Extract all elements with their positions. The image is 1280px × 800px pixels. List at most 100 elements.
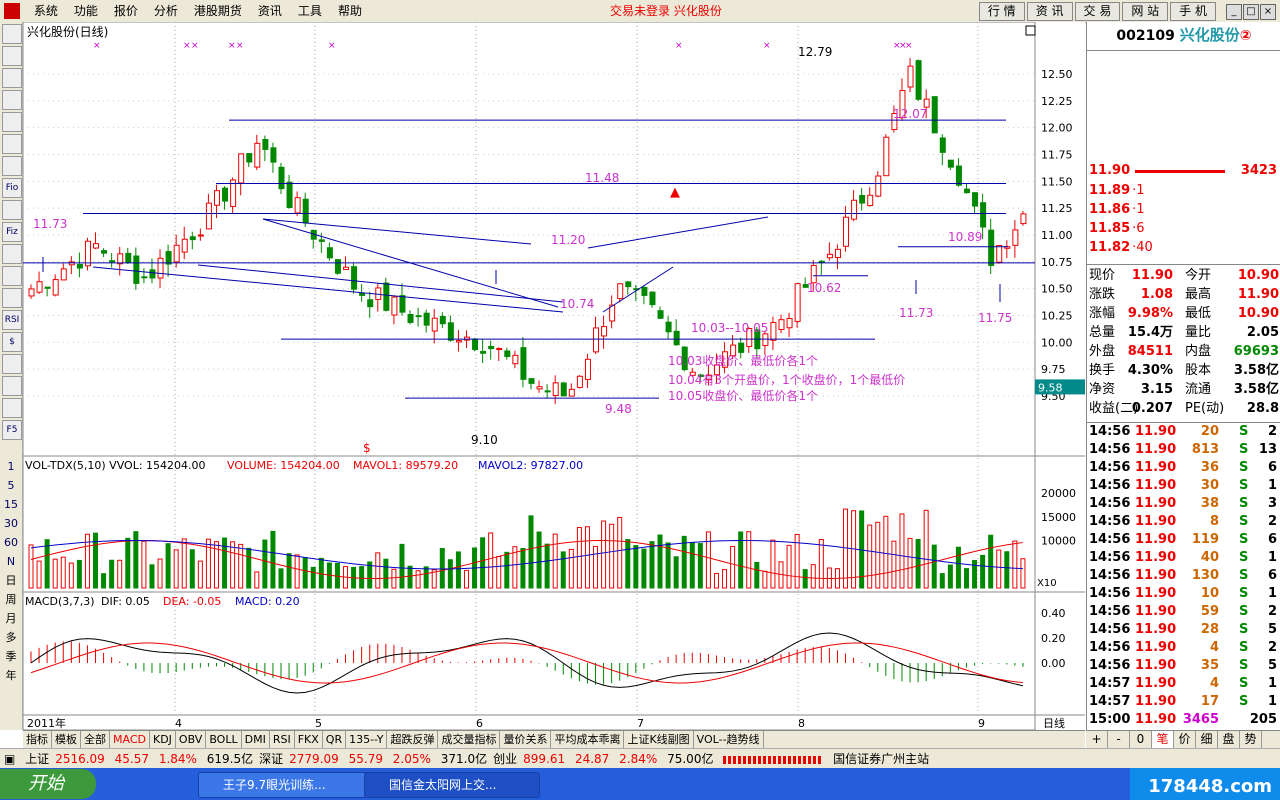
tick-volume: 4 [1209, 640, 1219, 655]
menu-item-6[interactable]: 工具 [290, 0, 330, 22]
menu-item-3[interactable]: 分析 [146, 0, 186, 22]
period-item-11[interactable]: 年 [0, 666, 22, 685]
volume-bar [1012, 540, 1018, 589]
toolbar-icon-4[interactable] [2, 112, 22, 132]
kline-chart[interactable]: 12.50 12.25 12.00 11.75 11.50 11.25 11.00 10.75… [22, 21, 1085, 731]
top-button-4[interactable]: 手 机 [1170, 2, 1216, 21]
menu-item-1[interactable]: 功能 [66, 0, 106, 22]
volume-bar [923, 509, 929, 589]
toolbar-icon-3[interactable] [2, 90, 22, 110]
toolbar-icon-18[interactable]: F5 [2, 420, 22, 440]
expand-icon[interactable] [1025, 25, 1036, 36]
right-tab-2[interactable]: 0 [1130, 731, 1152, 748]
period-item-0[interactable]: 1 [0, 457, 22, 476]
candle [859, 195, 866, 204]
toolbar-icon-15[interactable] [2, 354, 22, 374]
toolbar-icon-17[interactable] [2, 398, 22, 418]
menu-item-4[interactable]: 港股期货 [186, 0, 250, 22]
toolbar-icon-10[interactable] [2, 244, 22, 264]
candle [883, 136, 890, 177]
top-button-3[interactable]: 网 站 [1122, 2, 1169, 21]
toolbar-icon-6[interactable] [2, 156, 22, 176]
stock-name: 兴化股份 [1179, 26, 1240, 44]
period-item-4[interactable]: 60 [0, 533, 22, 552]
menu-item-2[interactable]: 报价 [106, 0, 146, 22]
tab-16[interactable]: 上证K线副图 [624, 731, 694, 748]
task-button-2[interactable]: 国信金太阳网上交... [364, 772, 540, 798]
period-item-2[interactable]: 15 [0, 495, 22, 514]
tick-time: 14:56 [1089, 496, 1131, 511]
period-item-10[interactable]: 季 [0, 647, 22, 666]
stat-label: 现价 [1089, 268, 1116, 283]
tab-15[interactable]: 平均成本乖离 [551, 731, 625, 748]
right-tab-7[interactable]: 势 [1240, 731, 1262, 748]
toolbar-icon-12[interactable] [2, 288, 22, 308]
stat-row: 净资 3.15 流通 3.58亿 [1089, 381, 1279, 399]
right-tab-6[interactable]: 盘 [1218, 731, 1240, 748]
top-button-2[interactable]: 交 易 [1074, 2, 1121, 21]
tab-5[interactable]: OBV [176, 731, 207, 748]
period-item-7[interactable]: 周 [0, 590, 22, 609]
toolbar-icon-13[interactable]: RSI [2, 310, 22, 330]
toolbar-icon-5[interactable] [2, 134, 22, 154]
volume-bar [60, 556, 66, 589]
period-item-1[interactable]: 5 [0, 476, 22, 495]
top-button-1[interactable]: 资 讯 [1026, 2, 1073, 21]
start-button[interactable]: 开始 [0, 769, 96, 799]
toolbar-icon-7[interactable]: Fio [2, 178, 22, 198]
toolbar-icon-0[interactable] [2, 24, 22, 44]
tab-10[interactable]: QR [323, 731, 347, 748]
tab-8[interactable]: RSI [270, 731, 295, 748]
volume-tick: 15000 [1041, 511, 1076, 524]
toolbar-icon-9[interactable]: Fiz [2, 222, 22, 242]
period-item-5[interactable]: N [0, 552, 22, 571]
minimize-icon[interactable]: _ [1226, 4, 1242, 20]
candle [778, 319, 785, 330]
tab-7[interactable]: DMI [242, 731, 270, 748]
task-button-1[interactable]: 王子9.7眼光训练... [198, 772, 374, 798]
volume-bar [593, 545, 599, 589]
tab-0[interactable]: 指标 [23, 731, 52, 748]
menu-item-7[interactable]: 帮助 [330, 0, 370, 22]
period-label: 日线 [1043, 716, 1065, 730]
tab-13[interactable]: 成交量指标 [438, 731, 501, 748]
tab-3[interactable]: MACD [110, 731, 150, 748]
tab-12[interactable]: 超跌反弹 [387, 731, 439, 748]
top-button-0[interactable]: 行 情 [978, 2, 1025, 21]
tab-9[interactable]: FKX [295, 731, 323, 748]
toolbar-icon-2[interactable] [2, 68, 22, 88]
candle [552, 382, 559, 396]
tab-1[interactable]: 模板 [52, 731, 81, 748]
volume-bar [875, 521, 881, 589]
right-tab-5[interactable]: 细 [1196, 731, 1218, 748]
date-tick: 7 [637, 717, 644, 730]
toolbar-icon-14[interactable]: $ [2, 332, 22, 352]
menu-item-5[interactable]: 资讯 [250, 0, 290, 22]
close-icon[interactable]: × [1260, 4, 1276, 20]
tab-6[interactable]: BOLL [206, 731, 242, 748]
maximize-icon[interactable]: □ [1243, 4, 1259, 20]
period-item-6[interactable]: 日 [0, 571, 22, 590]
menu-item-0[interactable]: 系统 [26, 0, 66, 22]
chart-area[interactable]: 12.50 12.25 12.00 11.75 11.50 11.25 11.00 10.75… [22, 21, 1085, 731]
volume-bar [173, 549, 179, 589]
tab-4[interactable]: KDJ [150, 731, 176, 748]
right-tab-1[interactable]: - [1108, 731, 1130, 748]
tab-2[interactable]: 全部 [81, 731, 110, 748]
volume-bar [44, 539, 50, 589]
period-item-9[interactable]: 多 [0, 628, 22, 647]
annotation-p1120: 11.20 [551, 233, 585, 247]
period-item-3[interactable]: 30 [0, 514, 22, 533]
right-tab-3[interactable]: 笔 [1152, 731, 1174, 748]
toolbar-icon-11[interactable] [2, 266, 22, 286]
toolbar-icon-16[interactable] [2, 376, 22, 396]
tab-17[interactable]: VOL--趋势线 [694, 731, 764, 748]
candle [818, 260, 825, 264]
toolbar-icon-1[interactable] [2, 46, 22, 66]
toolbar-icon-8[interactable] [2, 200, 22, 220]
tab-14[interactable]: 量价关系 [500, 731, 552, 748]
right-tab-0[interactable]: + [1086, 731, 1108, 748]
right-tab-4[interactable]: 价 [1174, 731, 1196, 748]
tab-11[interactable]: 135--Y [346, 731, 388, 748]
period-item-8[interactable]: 月 [0, 609, 22, 628]
